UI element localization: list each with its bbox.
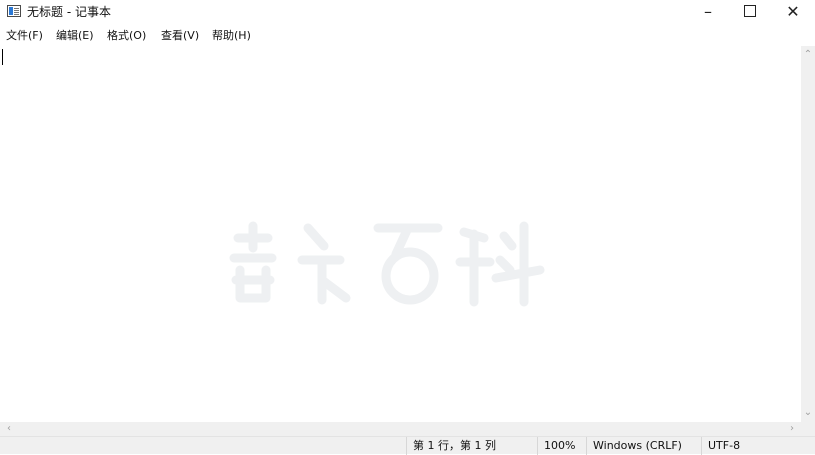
menu-help[interactable]: 帮助(H) [210, 26, 253, 46]
status-encoding: UTF-8 [701, 437, 740, 455]
notepad-app-icon[interactable] [7, 5, 21, 17]
window-title: 无标题 - 记事本 [27, 5, 111, 19]
menu-format[interactable]: 格式(O) [105, 26, 148, 46]
close-icon: ✕ [786, 2, 800, 21]
text-caret [2, 49, 3, 65]
notepad-window: 无标题 - 记事本 – ✕ 文件(F) 编辑(E) 格式(O) 查看(V) 帮助… [0, 0, 815, 455]
menu-file[interactable]: 文件(F) [4, 26, 45, 46]
menu-bar: 文件(F) 编辑(E) 格式(O) 查看(V) 帮助(H) [0, 26, 815, 46]
status-cursor-position: 第 1 行，第 1 列 [406, 437, 496, 455]
maximize-button[interactable] [727, 0, 773, 24]
title-bar[interactable]: 无标题 - 记事本 – ✕ [0, 0, 815, 24]
status-zoom: 100% [537, 437, 575, 455]
scroll-down-icon[interactable]: ⌄ [801, 406, 815, 420]
scroll-right-icon[interactable]: › [785, 422, 799, 436]
text-editor[interactable] [0, 46, 801, 422]
minimize-icon: – [704, 2, 712, 21]
menu-view[interactable]: 查看(V) [159, 26, 201, 46]
scrollbar-corner [801, 422, 815, 436]
watermark-logo [229, 221, 545, 307]
menu-edit[interactable]: 编辑(E) [54, 26, 96, 46]
close-button[interactable]: ✕ [770, 0, 815, 24]
horizontal-scrollbar[interactable]: ‹ › [0, 422, 801, 436]
scroll-up-icon[interactable]: ⌃ [801, 48, 815, 62]
minimize-button[interactable]: – [685, 0, 731, 24]
scroll-left-icon[interactable]: ‹ [2, 422, 16, 436]
maximize-icon [744, 5, 756, 17]
vertical-scrollbar[interactable]: ⌃ ⌄ [801, 46, 815, 422]
status-line-ending: Windows (CRLF) [586, 437, 682, 455]
status-bar: 第 1 行，第 1 列 100% Windows (CRLF) UTF-8 [0, 436, 815, 455]
